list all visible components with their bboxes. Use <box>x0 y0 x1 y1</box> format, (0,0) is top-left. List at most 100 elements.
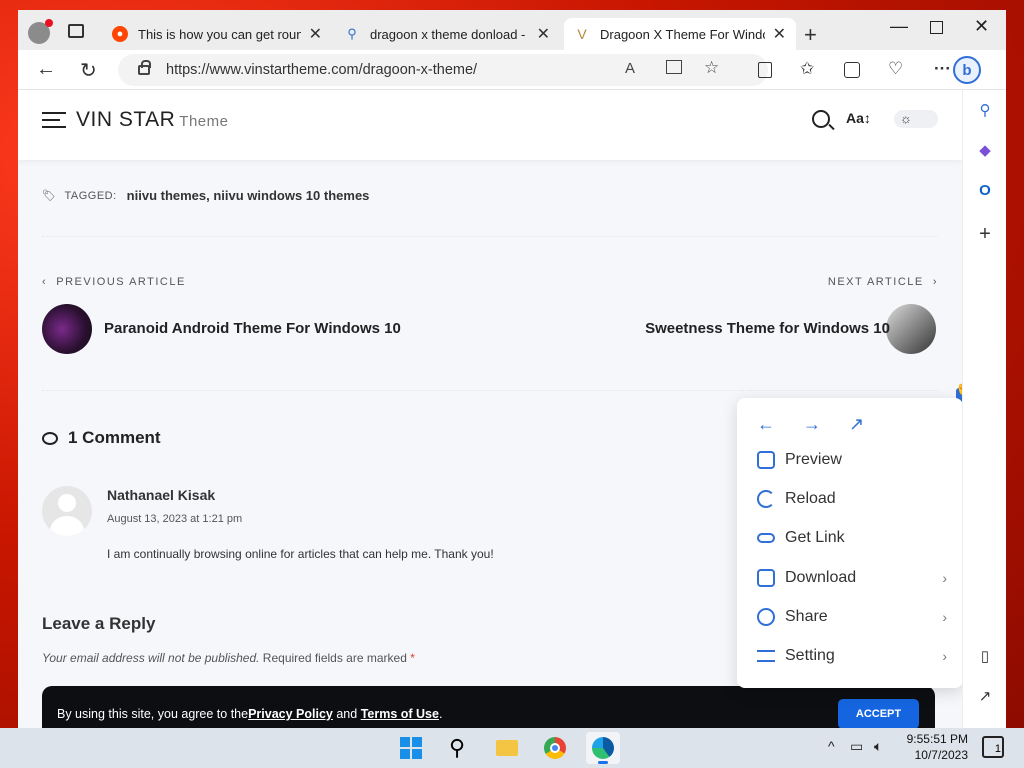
comment-icon <box>42 431 58 445</box>
privacy-policy-link[interactable]: Privacy Policy <box>248 707 333 721</box>
maximize-button[interactable] <box>930 21 943 34</box>
previous-article-thumbnail[interactable] <box>42 304 92 354</box>
tag-links[interactable]: niivu themes, niivu windows 10 themes <box>127 188 370 203</box>
notification-icon[interactable]: 1 <box>982 736 1004 758</box>
more-menu-icon[interactable]: ··· <box>934 59 951 79</box>
search-icon: ⚲ <box>347 26 357 41</box>
open-external-icon[interactable]: ↗ <box>849 414 864 435</box>
start-button[interactable] <box>394 732 428 764</box>
collections-icon[interactable] <box>844 62 860 78</box>
clock-date: 10/7/2023 <box>914 748 968 762</box>
browser-essentials-icon[interactable]: ♡ <box>888 59 903 79</box>
bing-copilot-button[interactable]: b <box>953 56 981 84</box>
hide-sidebar-icon[interactable]: ▯ <box>975 646 995 666</box>
site-logo[interactable]: VIN STAR Theme <box>76 108 228 132</box>
menu-icon[interactable] <box>42 112 66 128</box>
forward-arrow-icon[interactable]: → <box>803 414 821 435</box>
tab-dragoon[interactable]: V Dragoon X Theme For Window ✕ <box>564 18 796 50</box>
tab-reddit[interactable]: ● This is how you can get rounde ✕ <box>102 18 332 50</box>
add-sidebar-app-icon[interactable]: + <box>975 223 995 245</box>
menu-item-preview[interactable]: Preview <box>757 448 947 472</box>
menu-item-share[interactable]: Share › <box>757 605 947 629</box>
file-explorer-icon[interactable] <box>490 732 524 764</box>
previous-article-title[interactable]: Paranoid Android Theme For Windows 10 <box>104 320 401 337</box>
browser-window: ● This is how you can get rounde ✕ ⚲ dra… <box>18 10 1006 728</box>
context-menu: ← → ↗ Preview Reload Get Link Download › … <box>737 398 962 688</box>
read-aloud-icon[interactable]: A <box>625 60 635 77</box>
immersive-reader-icon[interactable] <box>666 60 682 74</box>
tab-title: Dragoon X Theme For Window <box>600 26 765 42</box>
chevron-up-icon[interactable]: ^ <box>828 738 835 754</box>
comment-date[interactable]: August 13, 2023 at 1:21 pm <box>107 513 242 525</box>
chevron-right-icon: › <box>942 648 947 664</box>
refresh-button[interactable]: ↻ <box>80 58 97 83</box>
cookie-banner: By using this site, you agree to the Pri… <box>42 686 935 728</box>
divider <box>42 236 938 237</box>
edge-icon[interactable] <box>586 732 620 764</box>
close-tab-icon[interactable]: ✕ <box>309 24 322 44</box>
menu-item-download[interactable]: Download › <box>757 566 947 590</box>
tag-icon: 🏷︎ <box>42 190 57 202</box>
menu-item-get-link[interactable]: Get Link <box>757 526 947 550</box>
share-icon <box>757 608 775 626</box>
comment-text: I am continually browsing online for art… <box>107 547 494 561</box>
brand-name: VIN STAR <box>76 108 176 131</box>
clock[interactable]: 9:55:51 PM 10/7/2023 <box>896 731 968 763</box>
reply-note: Your email address will not be published… <box>42 651 415 665</box>
menu-item-reload[interactable]: Reload <box>757 487 947 511</box>
next-article-label[interactable]: NEXT ARTICLE › <box>828 276 938 288</box>
chevron-right-icon: › <box>942 570 947 586</box>
close-window-button[interactable]: ✕ <box>974 16 989 37</box>
site-search-icon[interactable] <box>812 110 830 128</box>
tags-row: 🏷︎ TAGGED: niivu themes, niivu windows 1… <box>42 188 369 203</box>
minimize-button[interactable]: — <box>890 16 908 37</box>
windows-logo-icon <box>400 737 422 759</box>
sun-icon: ☼ <box>900 111 912 126</box>
settings-icon <box>757 650 775 662</box>
tab-strip: ● This is how you can get rounde ✕ ⚲ dra… <box>18 10 1006 50</box>
comment-author[interactable]: Nathanael Kisak <box>107 487 215 503</box>
edge-sidebar: ⚲ ◆ O + ▯ ↗ <box>962 90 1006 728</box>
close-tab-icon[interactable]: ✕ <box>537 24 550 44</box>
vinstar-icon: V <box>577 26 587 42</box>
new-tab-button[interactable]: + <box>804 22 817 48</box>
font-size-toggle[interactable]: Aa↕ <box>846 110 871 126</box>
next-article-title[interactable]: Sweetness Theme for Windows 10 <box>645 320 890 337</box>
volume-muted-icon[interactable]: 🔈︎ <box>874 738 882 755</box>
open-in-window-icon[interactable]: ↗ <box>975 686 995 706</box>
chrome-icon[interactable] <box>538 732 572 764</box>
tab-actions-icon[interactable] <box>68 24 84 38</box>
chevron-right-icon: › <box>942 609 947 625</box>
back-arrow-icon[interactable]: ← <box>757 414 775 435</box>
office-icon[interactable]: ◆ <box>975 140 995 160</box>
terms-link[interactable]: Terms of Use <box>361 707 439 721</box>
outlook-icon[interactable]: O <box>975 180 995 200</box>
taskbar-search-icon[interactable]: ⚲ <box>440 732 474 764</box>
comments-heading: 1 Comment <box>42 428 161 448</box>
web-page: VIN STAR Theme Aa↕ ☼ 🏷︎ TAGGED: niivu the… <box>18 90 962 728</box>
accept-button[interactable]: ACCEPT <box>838 699 919 728</box>
address-toolbar: ← ↻ https://www.vinstartheme.com/dragoon… <box>18 50 1006 90</box>
tab-title: dragoon x theme donload - Sea <box>370 26 529 42</box>
avatar <box>42 486 92 536</box>
sidebar-search-icon[interactable]: ⚲ <box>975 100 995 120</box>
split-screen-icon[interactable] <box>758 62 772 78</box>
tab-search[interactable]: ⚲ dragoon x theme donload - Sea ✕ <box>334 18 560 50</box>
link-icon <box>757 533 775 543</box>
favorite-star-icon[interactable]: ☆ <box>704 58 719 78</box>
divider <box>42 390 938 391</box>
network-icon[interactable]: ▭ <box>850 738 863 755</box>
favorites-icon[interactable]: ✩ <box>800 59 814 79</box>
close-tab-icon[interactable]: ✕ <box>773 24 786 44</box>
preview-icon <box>757 451 775 469</box>
clock-time: 9:55:51 PM <box>906 732 968 746</box>
theme-toggle[interactable]: ☼ <box>894 110 938 128</box>
profile-avatar[interactable] <box>28 19 53 44</box>
previous-article-label[interactable]: ‹ PREVIOUS ARTICLE <box>42 276 186 288</box>
tab-title: This is how you can get rounde <box>138 26 301 42</box>
tagged-label: TAGGED: <box>64 189 117 202</box>
menu-item-setting[interactable]: Setting › <box>757 644 947 668</box>
lock-icon[interactable] <box>138 60 151 75</box>
next-article-thumbnail[interactable] <box>886 304 936 354</box>
back-button[interactable]: ← <box>36 58 56 81</box>
